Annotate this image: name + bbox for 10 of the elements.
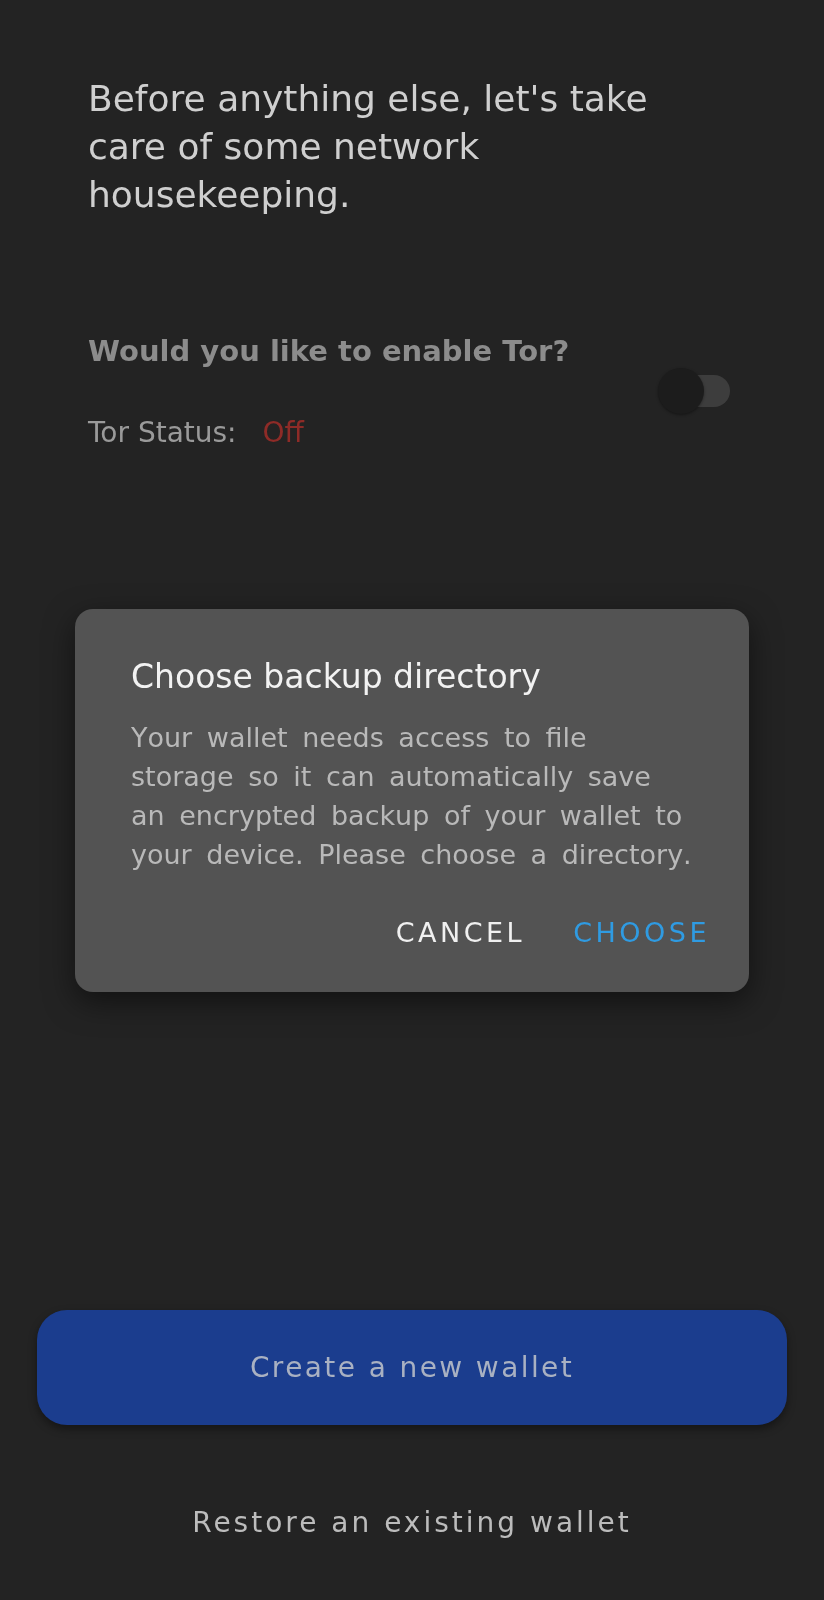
tor-question: Would you like to enable Tor? (88, 333, 570, 370)
intro-heading: Before anything else, let's take care of some network housekeeping. (88, 77, 649, 217)
tor-toggle-switch[interactable] (658, 368, 730, 414)
tor-status-label: Tor Status: (88, 415, 237, 451)
dialog-message: Your wallet needs access to file storage so it can automatically save an encrypted backup of your wallet to your device. Please choose a directory. (131, 720, 693, 872)
tor-status-value: Off (262, 415, 304, 451)
create-wallet-button[interactable]: Create a new wallet (37, 1310, 787, 1425)
restore-wallet-link[interactable]: Restore an existing wallet (176, 1492, 648, 1552)
dialog-title: Choose backup directory (131, 656, 542, 697)
cancel-button[interactable]: CANCEL (387, 907, 534, 958)
